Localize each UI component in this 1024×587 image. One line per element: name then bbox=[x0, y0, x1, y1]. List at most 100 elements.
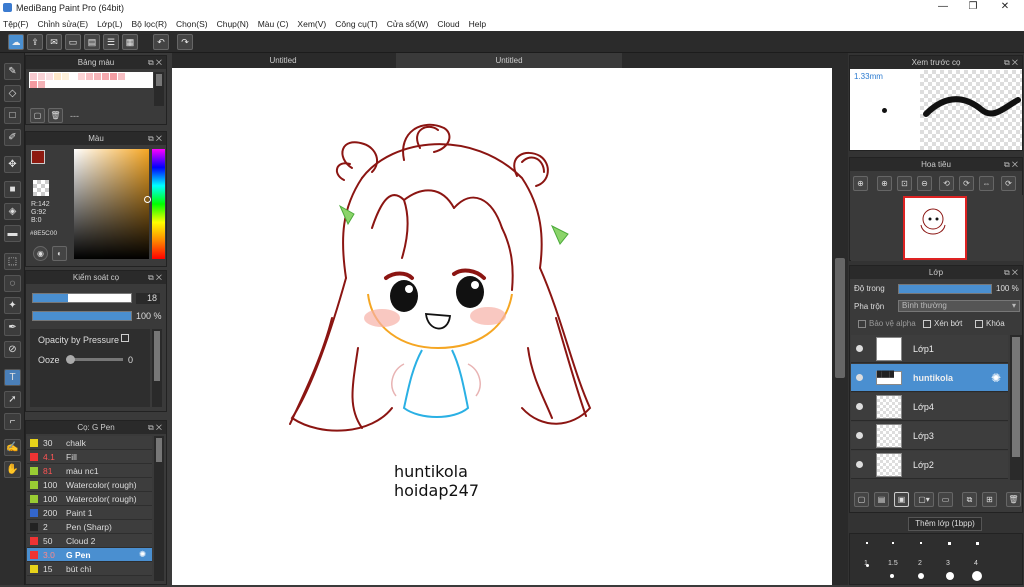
ooze-slider[interactable] bbox=[66, 355, 123, 364]
navigator-thumbnail[interactable] bbox=[851, 195, 1023, 261]
brush-size-value[interactable]: 18 bbox=[136, 293, 160, 304]
comment-icon[interactable]: ✉ bbox=[46, 34, 62, 50]
size-dot[interactable] bbox=[976, 542, 979, 545]
select-rect-icon[interactable]: ⬚ bbox=[4, 253, 21, 270]
canvas-vertical-scrollbar[interactable] bbox=[832, 68, 848, 585]
panel-controls-icon[interactable]: ⧉ ✕ bbox=[148, 271, 162, 284]
brush-item[interactable]: 100 Watercolor( rough) bbox=[27, 492, 152, 506]
menu-window[interactable]: Cửa sổ(W) bbox=[387, 19, 429, 29]
saturation-value-picker[interactable] bbox=[74, 149, 149, 259]
brush-settings-icon[interactable]: ✺ bbox=[139, 549, 146, 560]
brush-item[interactable]: 2 Pen (Sharp) bbox=[27, 520, 152, 534]
add-layer-menu-icon[interactable]: ▢▾ bbox=[914, 492, 934, 507]
text-tool-icon[interactable]: T bbox=[4, 369, 21, 386]
maximize-button[interactable]: ❐ bbox=[958, 1, 988, 15]
rotate-right-icon[interactable]: ⟳ bbox=[959, 176, 974, 191]
move-tool-icon[interactable]: ✥ bbox=[4, 156, 21, 173]
brush-item-selected[interactable]: 3.0 G Pen ✺ bbox=[27, 548, 152, 562]
menu-tools[interactable]: Công cụ(T) bbox=[335, 19, 378, 29]
brush-opacity-slider[interactable] bbox=[32, 311, 132, 321]
grid-icon[interactable]: ▦ bbox=[122, 34, 138, 50]
upload-icon[interactable]: ⇪ bbox=[27, 34, 43, 50]
panel-controls-icon[interactable]: ⧉ ✕ bbox=[1004, 56, 1018, 69]
zoom-out-icon[interactable]: ⊖ bbox=[917, 176, 932, 191]
color-wheel-icon[interactable]: ◉ bbox=[33, 246, 48, 261]
layer-opacity-slider[interactable] bbox=[898, 284, 992, 294]
blend-mode-select[interactable]: Bình thường ▾ bbox=[898, 300, 1020, 312]
panel-controls-icon[interactable]: ⧉ ✕ bbox=[148, 56, 162, 69]
brush-size-slider[interactable] bbox=[32, 293, 132, 303]
menu-color[interactable]: Màu (C) bbox=[258, 19, 289, 29]
panel-controls-icon[interactable]: ⧉ ✕ bbox=[1004, 158, 1018, 171]
size-dot[interactable] bbox=[866, 542, 868, 544]
drawing-canvas[interactable]: huntikola hoidap247 bbox=[172, 68, 832, 585]
select-pen-icon[interactable]: ✒ bbox=[4, 319, 21, 336]
size-dot[interactable] bbox=[918, 573, 924, 579]
rect-tool-icon[interactable]: □ bbox=[4, 107, 21, 124]
layer-settings-icon[interactable]: ✺ bbox=[991, 371, 1001, 385]
new-palette-icon[interactable]: ▢ bbox=[30, 108, 45, 123]
visibility-icon[interactable] bbox=[856, 403, 863, 410]
dot-tool-icon[interactable]: ✐ bbox=[4, 129, 21, 146]
brush-item[interactable]: 30 chalk bbox=[27, 436, 152, 450]
layer-row[interactable]: Lớp2 bbox=[851, 451, 1008, 479]
new-layer-icon[interactable]: ▢ bbox=[854, 492, 869, 507]
layer-row-selected[interactable]: ████ huntikola ✺ bbox=[851, 364, 1008, 392]
eyedropper-icon[interactable]: ✍ bbox=[4, 439, 21, 456]
delete-layer-icon[interactable]: 🗑 bbox=[1006, 492, 1021, 507]
visibility-icon[interactable] bbox=[856, 461, 863, 468]
size-dot[interactable] bbox=[892, 542, 894, 544]
menu-edit[interactable]: Chỉnh sửa(E) bbox=[38, 19, 89, 29]
visibility-icon[interactable] bbox=[856, 374, 863, 381]
menu-view[interactable]: Xem(V) bbox=[297, 19, 326, 29]
protect-alpha-checkbox[interactable] bbox=[858, 320, 866, 328]
zoom-in-small-icon[interactable]: ⊕ bbox=[877, 176, 892, 191]
hand-tool-icon[interactable]: ✋ bbox=[4, 461, 21, 478]
menu-cloud[interactable]: Cloud bbox=[437, 19, 459, 29]
eraser-tool-icon[interactable]: ◇ bbox=[4, 85, 21, 102]
lasso-icon[interactable]: ◌ bbox=[4, 275, 21, 292]
color-mix-icon[interactable]: ◐ bbox=[52, 246, 67, 261]
zoom-in-icon[interactable]: ⊕ bbox=[853, 176, 868, 191]
dropper-icon[interactable]: ⌐ bbox=[4, 413, 21, 430]
size-dot[interactable] bbox=[972, 571, 982, 581]
tab-untitled-1[interactable]: Untitled bbox=[172, 53, 394, 68]
primary-color-swatch[interactable] bbox=[31, 150, 45, 164]
bucket-tool-icon[interactable]: ◈ bbox=[4, 203, 21, 220]
document-icon[interactable]: ▤ bbox=[84, 34, 100, 50]
gradient-tool-icon[interactable]: ▬ bbox=[4, 225, 21, 242]
magic-wand-icon[interactable]: ✦ bbox=[4, 297, 21, 314]
brush-tool-icon[interactable]: ✎ bbox=[4, 63, 21, 80]
operation-tool-icon[interactable]: ➚ bbox=[4, 391, 21, 408]
menu-snap[interactable]: Chụp(N) bbox=[217, 19, 249, 29]
new-1bpp-layer-icon[interactable]: ▣ bbox=[894, 492, 909, 507]
tab-untitled-2[interactable]: Untitled bbox=[396, 53, 622, 68]
new-halftone-layer-icon[interactable]: ▤ bbox=[874, 492, 889, 507]
folder-icon[interactable]: ▭ bbox=[938, 492, 953, 507]
redo-icon[interactable]: ↷ bbox=[177, 34, 193, 50]
transparent-swatch[interactable] bbox=[33, 180, 49, 196]
menu-filter[interactable]: Bộ lọc(R) bbox=[132, 19, 167, 29]
layer-row[interactable]: Lớp1 bbox=[851, 335, 1008, 363]
select-eraser-icon[interactable]: ⊘ bbox=[4, 341, 21, 358]
cloud-icon[interactable]: ☁ bbox=[8, 34, 24, 50]
delete-palette-icon[interactable]: 🗑 bbox=[48, 108, 63, 123]
brush-item[interactable]: 200 Paint 1 bbox=[27, 506, 152, 520]
rotate-left-icon[interactable]: ⟲ bbox=[939, 176, 954, 191]
panel-controls-icon[interactable]: ⧉ ✕ bbox=[148, 132, 162, 145]
palette-swatches[interactable] bbox=[29, 72, 153, 88]
brush-item[interactable]: 15 bút chì bbox=[27, 562, 152, 576]
layer-row[interactable]: Lớp4 bbox=[851, 393, 1008, 421]
hue-slider[interactable] bbox=[152, 149, 165, 259]
opacity-pressure-checkbox[interactable] bbox=[121, 334, 129, 342]
merge-layer-icon[interactable]: ⊞ bbox=[982, 492, 997, 507]
brush-item[interactable]: 4.1 Fill bbox=[27, 450, 152, 464]
close-button[interactable]: ✕ bbox=[990, 1, 1020, 15]
panel-controls-icon[interactable]: ⧉ ✕ bbox=[1004, 266, 1018, 279]
reset-icon[interactable]: ⟳ bbox=[1001, 176, 1016, 191]
size-dot[interactable] bbox=[890, 574, 894, 578]
brush-item[interactable]: 81 màu nc1 bbox=[27, 464, 152, 478]
menu-layer[interactable]: Lớp(L) bbox=[97, 19, 122, 29]
size-dot[interactable] bbox=[946, 572, 954, 580]
duplicate-layer-icon[interactable]: ⧉ bbox=[962, 492, 977, 507]
